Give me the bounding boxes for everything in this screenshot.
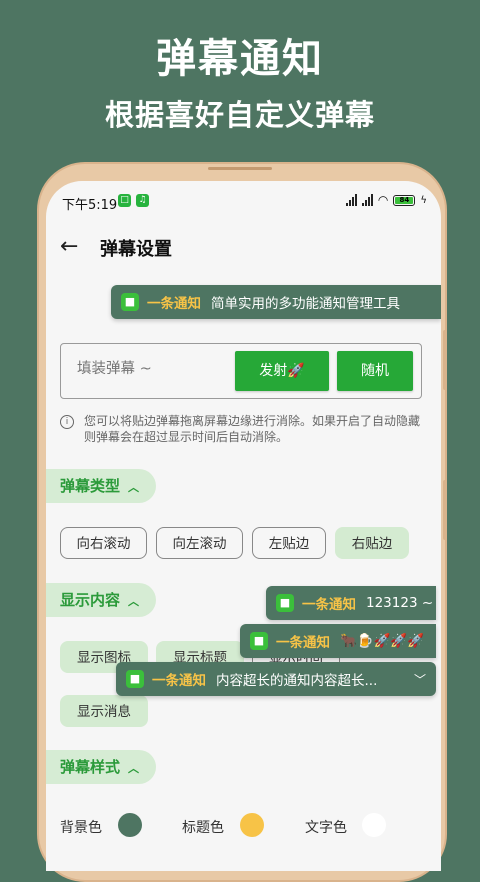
status-time: 下午5:19 [62, 198, 118, 213]
notification-bell-icon: ♫ [136, 194, 149, 207]
hint-label: 您可以将贴边弹幕拖离屏幕边缘进行消除。如果开启了自动隐藏则弹幕会在超过显示时间后… [84, 414, 421, 444]
promo-title: 弹幕通知 [156, 36, 324, 82]
toast-title: 一条通知 [152, 673, 206, 689]
floating-toast[interactable]: ■ 一条通知 🐂🍺🚀🚀🚀 [240, 624, 436, 658]
phone-side-button [443, 330, 447, 390]
wifi-icon: ◠ [377, 193, 389, 207]
toast-text: 123123 ~ [366, 595, 434, 611]
toast-text: 🐂🍺🚀🚀🚀 [340, 633, 425, 649]
battery-icon: 84 [393, 194, 416, 206]
app-bar: ← 弹幕设置 [46, 225, 441, 269]
back-arrow-icon[interactable]: ← [60, 233, 88, 261]
status-bar: 下午5:19 □ ♫ ◠ 84 ϟ [46, 181, 441, 221]
chevron-up-icon: ︿ [128, 595, 140, 608]
section-type-header[interactable]: 弹幕类型 ︿ [46, 469, 156, 503]
signal-icon [361, 194, 373, 206]
section-style-label: 弹幕样式 [60, 758, 121, 776]
title-color-swatch[interactable] [240, 813, 264, 837]
signal-icon [345, 194, 357, 206]
type-option-scroll-right[interactable]: 向右滚动 [60, 527, 147, 559]
preview-toast[interactable]: ■ 一条通知 简单实用的多功能通知管理工具 [111, 285, 441, 319]
text-color-label: 文字色 [305, 820, 347, 836]
chevron-up-icon: ︿ [128, 762, 140, 775]
danmaku-input-card: 发射🚀 随机 [60, 343, 422, 399]
section-type-label: 弹幕类型 [60, 477, 121, 495]
charging-icon: ϟ [420, 194, 427, 206]
chevron-up-icon: ︿ [128, 481, 140, 494]
app-icon: ■ [276, 594, 294, 612]
section-content-header[interactable]: 显示内容 ︿ [46, 583, 156, 617]
section-content-label: 显示内容 [60, 591, 121, 609]
battery-level: 84 [395, 196, 414, 204]
app-icon: ■ [250, 632, 268, 650]
floating-toast[interactable]: ■ 一条通知 123123 ~ [266, 586, 436, 620]
type-option-stick-left[interactable]: 左贴边 [252, 527, 326, 559]
phone-side-button [443, 480, 447, 540]
toast-title: 一条通知 [147, 296, 201, 312]
type-option-stick-right[interactable]: 右贴边 [335, 527, 409, 559]
hint-text: i 您可以将贴边弹幕拖离屏幕边缘进行消除。如果开启了自动隐藏则弹幕会在超过显示时… [60, 413, 420, 445]
content-option-message[interactable]: 显示消息 [60, 695, 148, 727]
text-color-swatch[interactable] [362, 813, 386, 837]
chevron-down-icon[interactable]: ﹀ [414, 671, 426, 688]
fire-button[interactable]: 发射🚀 [235, 351, 329, 391]
app-icon: ■ [121, 293, 139, 311]
phone-screen: 下午5:19 □ ♫ ◠ 84 ϟ ← 弹幕设置 ■ 一条通知 简单实用的多功能… [46, 181, 441, 871]
info-icon: i [60, 415, 74, 429]
bg-color-swatch[interactable] [118, 813, 142, 837]
toast-title: 一条通知 [302, 597, 356, 613]
toast-text: 内容超长的通知内容超长... [216, 673, 378, 689]
page-title: 弹幕设置 [100, 239, 172, 260]
notification-app-icon: □ [118, 194, 131, 207]
promo-subtitle: 根据喜好自定义弹幕 [104, 98, 375, 132]
bg-color-label: 背景色 [60, 820, 102, 836]
phone-speaker [208, 167, 272, 170]
app-icon: ■ [126, 670, 144, 688]
title-color-label: 标题色 [182, 820, 224, 836]
danmaku-input[interactable] [75, 360, 229, 378]
floating-toast[interactable]: ■ 一条通知 内容超长的通知内容超长... ﹀ [116, 662, 436, 696]
random-button[interactable]: 随机 [337, 351, 413, 391]
toast-title: 一条通知 [276, 635, 330, 651]
section-style-header[interactable]: 弹幕样式 ︿ [46, 750, 156, 784]
type-option-scroll-left[interactable]: 向左滚动 [156, 527, 243, 559]
toast-text: 简单实用的多功能通知管理工具 [211, 296, 400, 312]
status-right: ◠ 84 ϟ [345, 193, 427, 207]
